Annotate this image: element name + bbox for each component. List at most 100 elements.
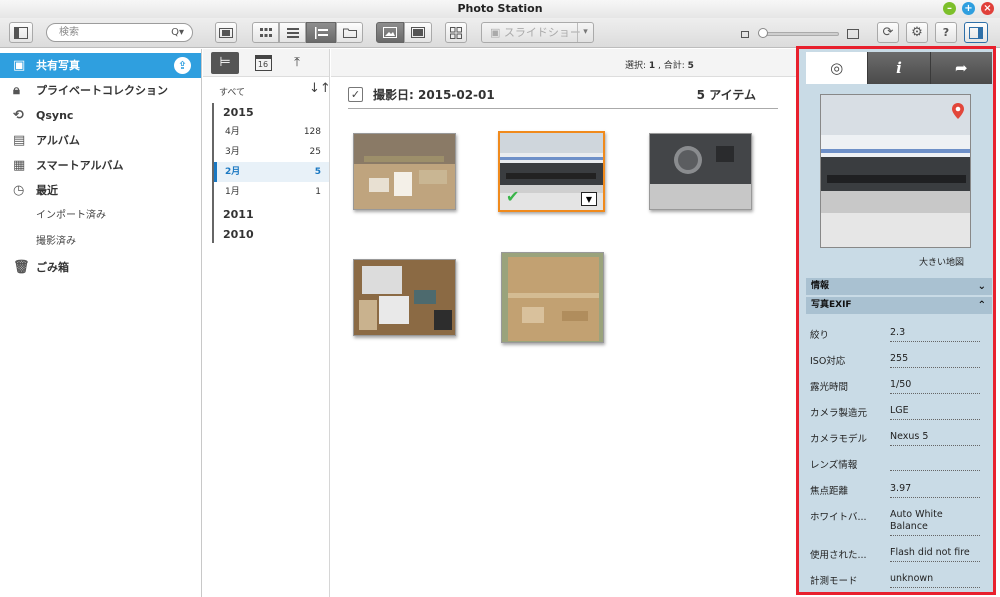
slideshow-button[interactable]: ▣ スライドショー ▾: [481, 22, 594, 43]
search-icon[interactable]: Q▾: [171, 24, 184, 41]
upload-icon[interactable]: ⇪: [174, 57, 191, 74]
slideshow-icon: ▣: [490, 26, 504, 39]
selection-bar: 選択: 1 , 合計: 5: [331, 49, 796, 77]
info-icon: i: [896, 59, 902, 77]
timeline-year-2010[interactable]: 2010: [223, 228, 254, 241]
tab-preview[interactable]: ◎: [806, 52, 869, 84]
settings-button[interactable]: ⚙: [906, 22, 928, 43]
trash-icon: 🗑︎: [13, 260, 30, 275]
smart-album-icon: ▦: [13, 158, 26, 173]
large-map-link[interactable]: 大きい地図: [919, 255, 964, 268]
photo-3-image: [650, 134, 751, 209]
panel-icon: [969, 26, 983, 39]
filmstrip-icon: [219, 27, 233, 38]
sidebar-item-trash[interactable]: 🗑︎ ごみ箱: [0, 255, 201, 280]
tab-upload-date[interactable]: ⤒: [283, 52, 311, 74]
thumbnail-view-button[interactable]: [252, 22, 279, 43]
timeline-icon: [315, 26, 328, 39]
tab-timeline[interactable]: ⊨: [211, 52, 239, 74]
zoom-slider-handle[interactable]: [758, 28, 768, 38]
timeline-month-apr[interactable]: 4月 128: [214, 122, 329, 142]
help-icon: ?: [942, 26, 950, 39]
photo-thumbnail-3[interactable]: [649, 133, 752, 210]
timeline-month-jan[interactable]: 1月 1: [214, 182, 329, 202]
help-button[interactable]: ?: [935, 22, 957, 43]
toggle-info-panel-button[interactable]: [964, 22, 988, 43]
refresh-button[interactable]: ⟳: [877, 22, 899, 43]
selected-check-icon: ✔: [506, 187, 520, 206]
zoom-in-icon[interactable]: [847, 29, 859, 39]
folder-icon: [342, 28, 357, 38]
sidebar-item-qsync[interactable]: ⟲ Qsync: [0, 103, 201, 128]
folder-view-button[interactable]: [336, 22, 363, 43]
timeline-tabs: ⊨ 16 ⤒: [203, 49, 329, 77]
photo-5-image: [502, 253, 603, 342]
toolbar: 検索 Q▾ ▣ スライドショー ▾ ⟳ ⚙ ?: [0, 18, 1000, 48]
photo-4-image: [354, 260, 455, 335]
list-icon: [286, 27, 299, 38]
exif-row-iso: ISO対応 255: [806, 347, 992, 373]
sidebar-item-shared-photos[interactable]: ▣ 共有写真 ⇪: [0, 53, 201, 78]
slideshow-dropdown-icon[interactable]: ▾: [577, 23, 593, 42]
tab-share[interactable]: ➦: [930, 52, 992, 84]
timeline-month-feb[interactable]: 2月 5: [214, 162, 329, 182]
photo-thumbnail-1[interactable]: [353, 133, 456, 210]
window-title: Photo Station: [457, 2, 543, 15]
maximize-icon[interactable]: +: [962, 2, 975, 15]
group-count: 5 アイテム: [696, 88, 756, 102]
date-group-header: ✓ 撮影日: 2015-02-01 5 アイテム: [348, 84, 778, 109]
video-filter-button[interactable]: [404, 22, 432, 43]
chevron-down-icon: ⌄: [977, 281, 986, 292]
exif-row-flash: 使用された... Flash did not fire: [806, 541, 992, 567]
timeline-year-2015[interactable]: 2015: [223, 106, 254, 119]
list-view-button[interactable]: [279, 22, 306, 43]
share-icon: ➦: [955, 59, 968, 77]
window-controls: – + ×: [943, 2, 994, 15]
close-icon[interactable]: ×: [981, 2, 994, 15]
exif-row-camera-model: カメラモデル Nexus 5: [806, 425, 992, 451]
photo-thumbnail-2[interactable]: ✔ ▼: [498, 131, 605, 212]
sidebar: ▣ 共有写真 ⇪ 🔒︎ プライベートコレクション ⟲ Qsync ▤ アルバム …: [0, 49, 202, 597]
timeline-year-2011[interactable]: 2011: [223, 208, 254, 221]
video-icon: [411, 27, 425, 38]
sidebar-item-private-collection[interactable]: 🔒︎ プライベートコレクション: [0, 78, 201, 103]
photo-1-image: [354, 134, 455, 209]
camera-icon: ◎: [830, 59, 844, 77]
photo-filter-button[interactable]: [376, 22, 404, 43]
search-input[interactable]: 検索 Q▾: [46, 23, 193, 42]
minimize-icon[interactable]: –: [943, 2, 956, 15]
exif-row-exposure: 露光時間 1/50: [806, 373, 992, 399]
photo-station-window: Photo Station – + × 検索 Q▾ ▣ スライドショー ▾ ⟳ …: [0, 0, 1000, 597]
timeline-view-button[interactable]: [306, 22, 336, 43]
tab-calendar[interactable]: 16: [249, 52, 277, 74]
select-group-checkbox[interactable]: ✓: [348, 87, 363, 102]
photo-icon: ▣: [13, 58, 26, 73]
info-section-header[interactable]: 情報 ⌄: [806, 278, 992, 295]
exif-section-header[interactable]: 写真EXIF ⌃: [806, 297, 992, 314]
sidebar-item-smart-album[interactable]: ▦ スマートアルバム: [0, 153, 201, 178]
sync-icon: ⟲: [13, 108, 24, 123]
photo-menu-icon[interactable]: ▼: [581, 192, 597, 206]
chevron-up-icon: ⌃: [977, 300, 986, 311]
zoom-slider[interactable]: [761, 32, 839, 36]
photo-icon: [383, 27, 397, 38]
photo-thumbnail-4[interactable]: [353, 259, 456, 336]
sidebar-item-taken[interactable]: 撮影済み: [0, 229, 201, 255]
zoom-out-icon[interactable]: [741, 31, 749, 38]
timeline-icon: ⊨: [219, 55, 231, 70]
timeline-month-mar[interactable]: 3月 25: [214, 142, 329, 162]
map-pin-icon[interactable]: [952, 103, 964, 119]
sidebar-item-imported[interactable]: インポート済み: [0, 203, 201, 229]
filmstrip-button[interactable]: [215, 22, 237, 43]
exif-row-focal-length: 焦点距離 3.97: [806, 477, 992, 503]
photo-preview[interactable]: [820, 94, 971, 248]
sidebar-item-recent[interactable]: ◷ 最近: [0, 178, 201, 203]
sort-icon[interactable]: ↓↑: [309, 81, 331, 96]
thumbnail-size-button[interactable]: [445, 22, 467, 43]
photo-thumbnail-5[interactable]: [501, 252, 604, 343]
tab-info[interactable]: i: [868, 52, 931, 84]
timeline-all[interactable]: すべて: [219, 85, 245, 98]
exif-row-camera-make: カメラ製造元 LGE: [806, 399, 992, 425]
sidebar-item-album[interactable]: ▤ アルバム: [0, 128, 201, 153]
toggle-sidebar-button[interactable]: [9, 22, 33, 43]
